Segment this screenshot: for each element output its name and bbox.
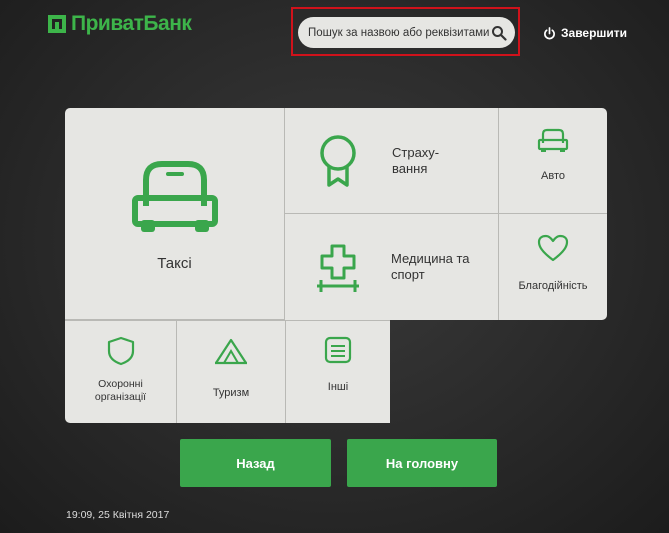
- tile-security[interactable]: Охоронні організації: [65, 320, 177, 423]
- brand-name: ПриватБанк: [71, 12, 192, 35]
- home-button[interactable]: На головну: [347, 439, 497, 487]
- finish-label: Завершити: [561, 26, 628, 40]
- back-button[interactable]: Назад: [180, 439, 331, 487]
- tile-medicine-label-line2: спорт: [391, 267, 425, 282]
- medal-icon: [318, 133, 358, 189]
- heart-icon: [537, 234, 569, 262]
- car-icon: [130, 158, 220, 234]
- tent-icon: [214, 337, 248, 365]
- tile-tourism-label: Туризм: [212, 387, 250, 399]
- tile-insurance[interactable]: Страху- вання: [285, 108, 499, 214]
- privatbank-logo-icon: [48, 15, 66, 33]
- tile-charity[interactable]: Благодійність: [499, 214, 607, 320]
- tile-taxi[interactable]: Таксі: [65, 108, 285, 320]
- tile-security-label-line2: організації: [94, 391, 147, 403]
- tile-insurance-label-line1: Страху-: [392, 144, 440, 160]
- tile-insurance-label-group: Страху- вання: [392, 145, 439, 177]
- tile-auto[interactable]: Авто: [499, 108, 607, 214]
- power-icon: [544, 26, 555, 39]
- car-small-icon: [537, 128, 569, 154]
- tile-other[interactable]: Інші: [286, 320, 390, 423]
- tile-other-label: Інші: [327, 381, 349, 393]
- finish-button[interactable]: Завершити: [543, 26, 627, 40]
- tile-auto-label: Авто: [541, 170, 565, 182]
- medical-cross-icon: [315, 242, 361, 292]
- document-icon: [323, 335, 353, 365]
- search-icon[interactable]: [491, 25, 507, 41]
- footer-datetime: 19:09, 25 Квітня 2017: [66, 509, 170, 521]
- search-input[interactable]: Пошук за назвою або реквізитами: [298, 17, 515, 48]
- shield-icon: [106, 336, 136, 366]
- tile-taxi-label: Таксі: [157, 255, 192, 272]
- tile-medicine-sport[interactable]: Медицина та спорт: [285, 214, 499, 320]
- search-placeholder: Пошук за назвою або реквізитами: [308, 26, 490, 39]
- tile-charity-label: Благодійність: [518, 280, 588, 292]
- tile-medicine-label-line1: Медицина та: [391, 251, 470, 266]
- tile-medicine-label-group: Медицина та спорт: [391, 251, 470, 283]
- privatbank-logo: ПриватБанк: [46, 12, 192, 36]
- tile-tourism[interactable]: Туризм: [177, 320, 286, 423]
- tile-security-label-line1: Охоронні: [98, 378, 143, 390]
- tile-insurance-label-line2: вання: [392, 160, 428, 176]
